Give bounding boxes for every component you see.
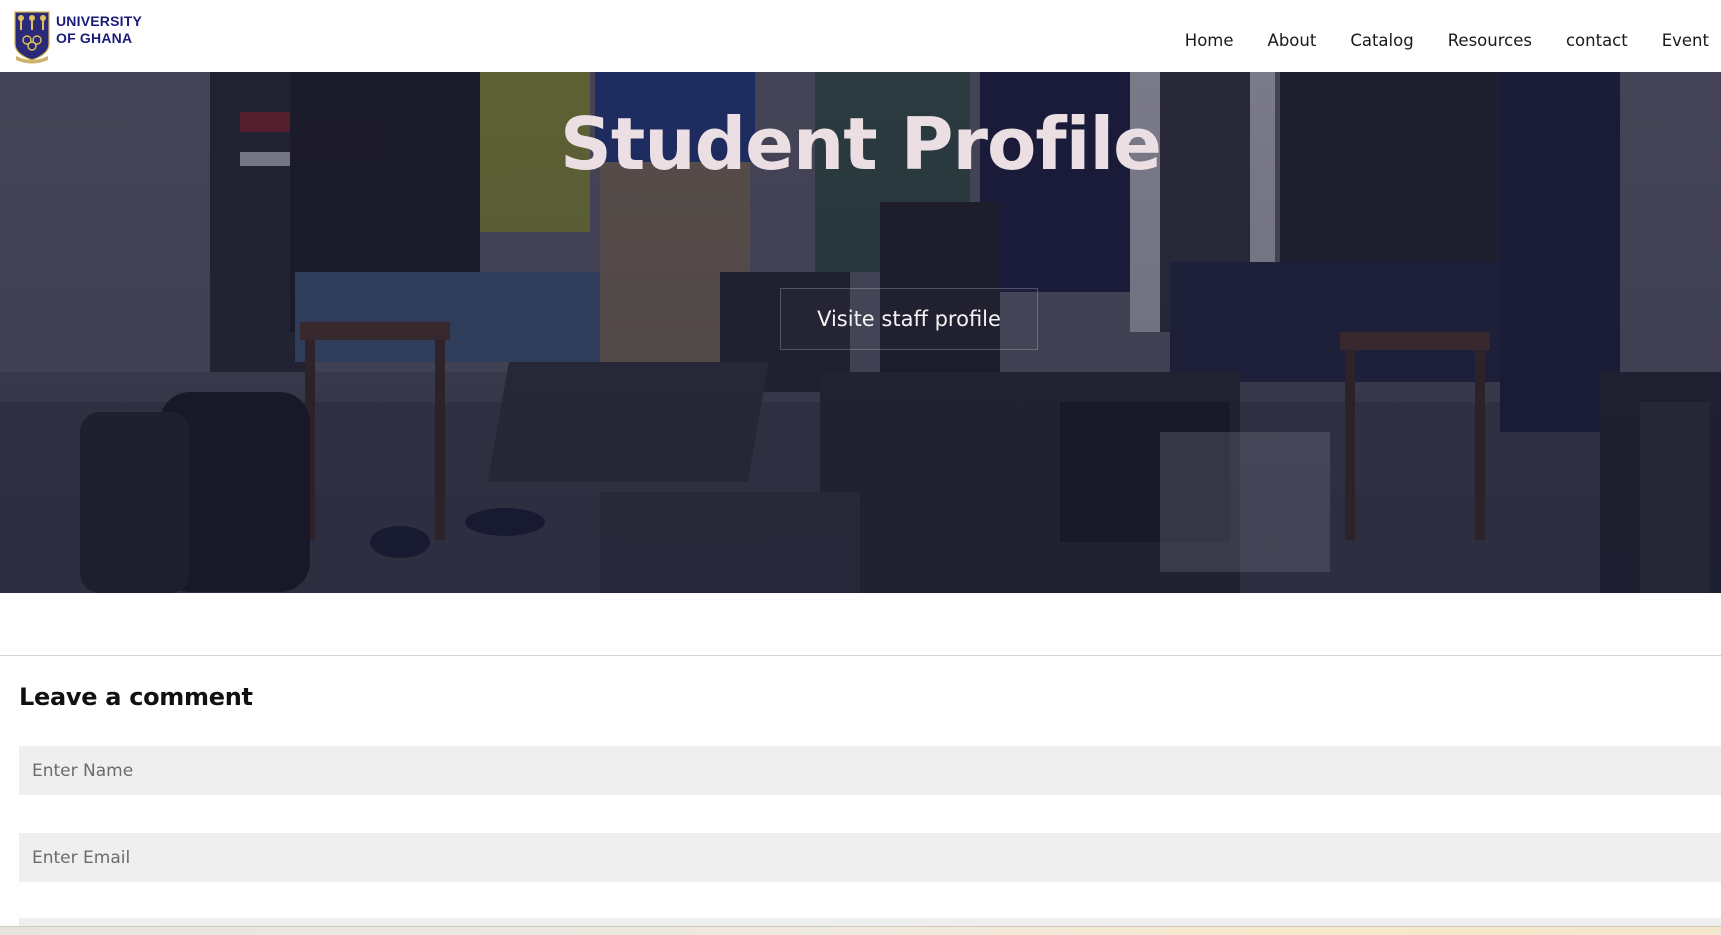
nav-resources[interactable]: Resources [1448,31,1532,50]
site-logo[interactable]: UNIVERSITY OF GHANA [12,10,142,64]
logo-text: UNIVERSITY OF GHANA [56,13,142,47]
comment-heading: Leave a comment [19,683,253,711]
nav-about[interactable]: About [1268,31,1317,50]
nav-catalog[interactable]: Catalog [1350,31,1413,50]
logo-line-1: UNIVERSITY [56,13,143,29]
hero-title: Student Profile [560,102,1162,186]
nav-event[interactable]: Event [1662,31,1709,50]
site-header: UNIVERSITY OF GHANA Home About Catalog R… [0,0,1721,72]
bottom-edge-strip [0,926,1721,935]
email-input[interactable] [19,833,1721,882]
nav-contact[interactable]: contact [1566,31,1628,50]
main-nav: Home About Catalog Resources contact Eve… [1151,31,1709,50]
nav-home[interactable]: Home [1185,31,1234,50]
section-divider [0,655,1721,656]
logo-line-2: OF GHANA [56,30,133,46]
name-input[interactable] [19,746,1721,795]
university-crest-icon [14,11,50,64]
hero-banner: Student Profile Visite staff profile [0,72,1721,593]
visit-staff-profile-button[interactable]: Visite staff profile [780,288,1038,350]
